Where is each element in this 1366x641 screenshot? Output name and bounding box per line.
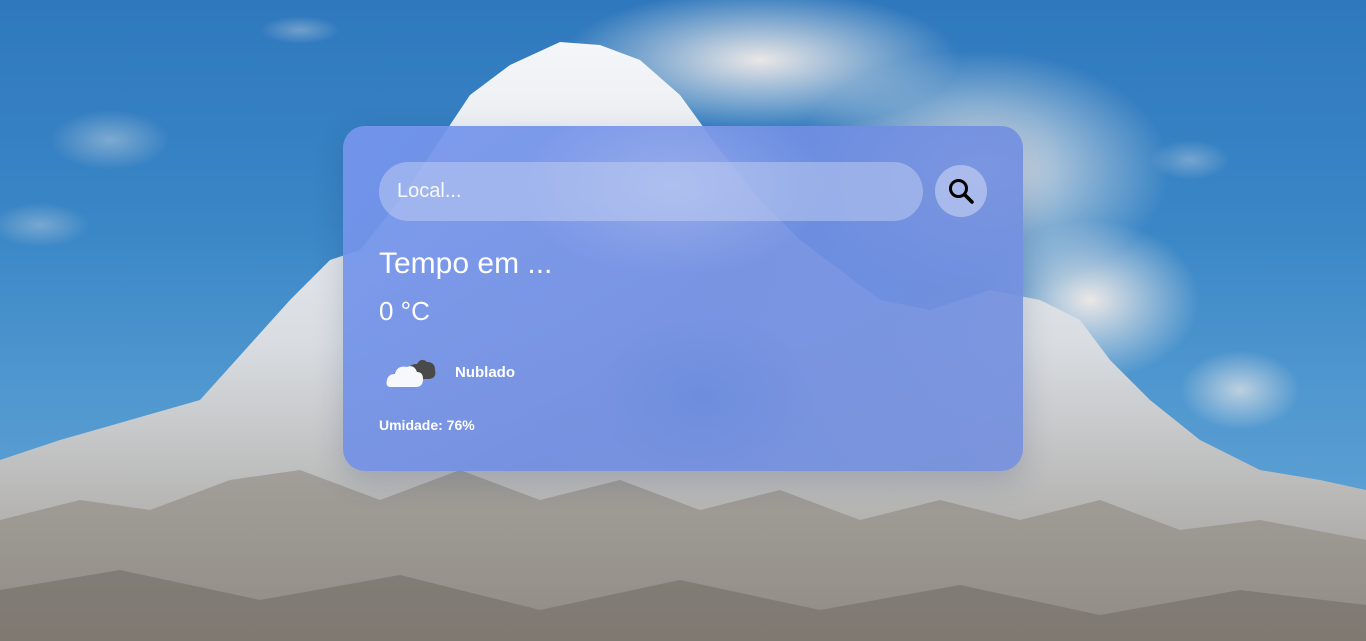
search-button[interactable] (935, 165, 987, 217)
search-icon (949, 179, 974, 204)
temperature-value: 0 °C (379, 296, 430, 326)
search-input[interactable] (379, 162, 923, 221)
weather-description: Nublado (455, 364, 515, 381)
humidity-text: Umidade: 76% (379, 417, 475, 433)
cloudy-icon (386, 359, 436, 387)
city-title: Tempo em ... (379, 247, 553, 280)
weather-card: Tempo em ... 0 °C Nublado Umidade: 76% (343, 126, 1023, 471)
